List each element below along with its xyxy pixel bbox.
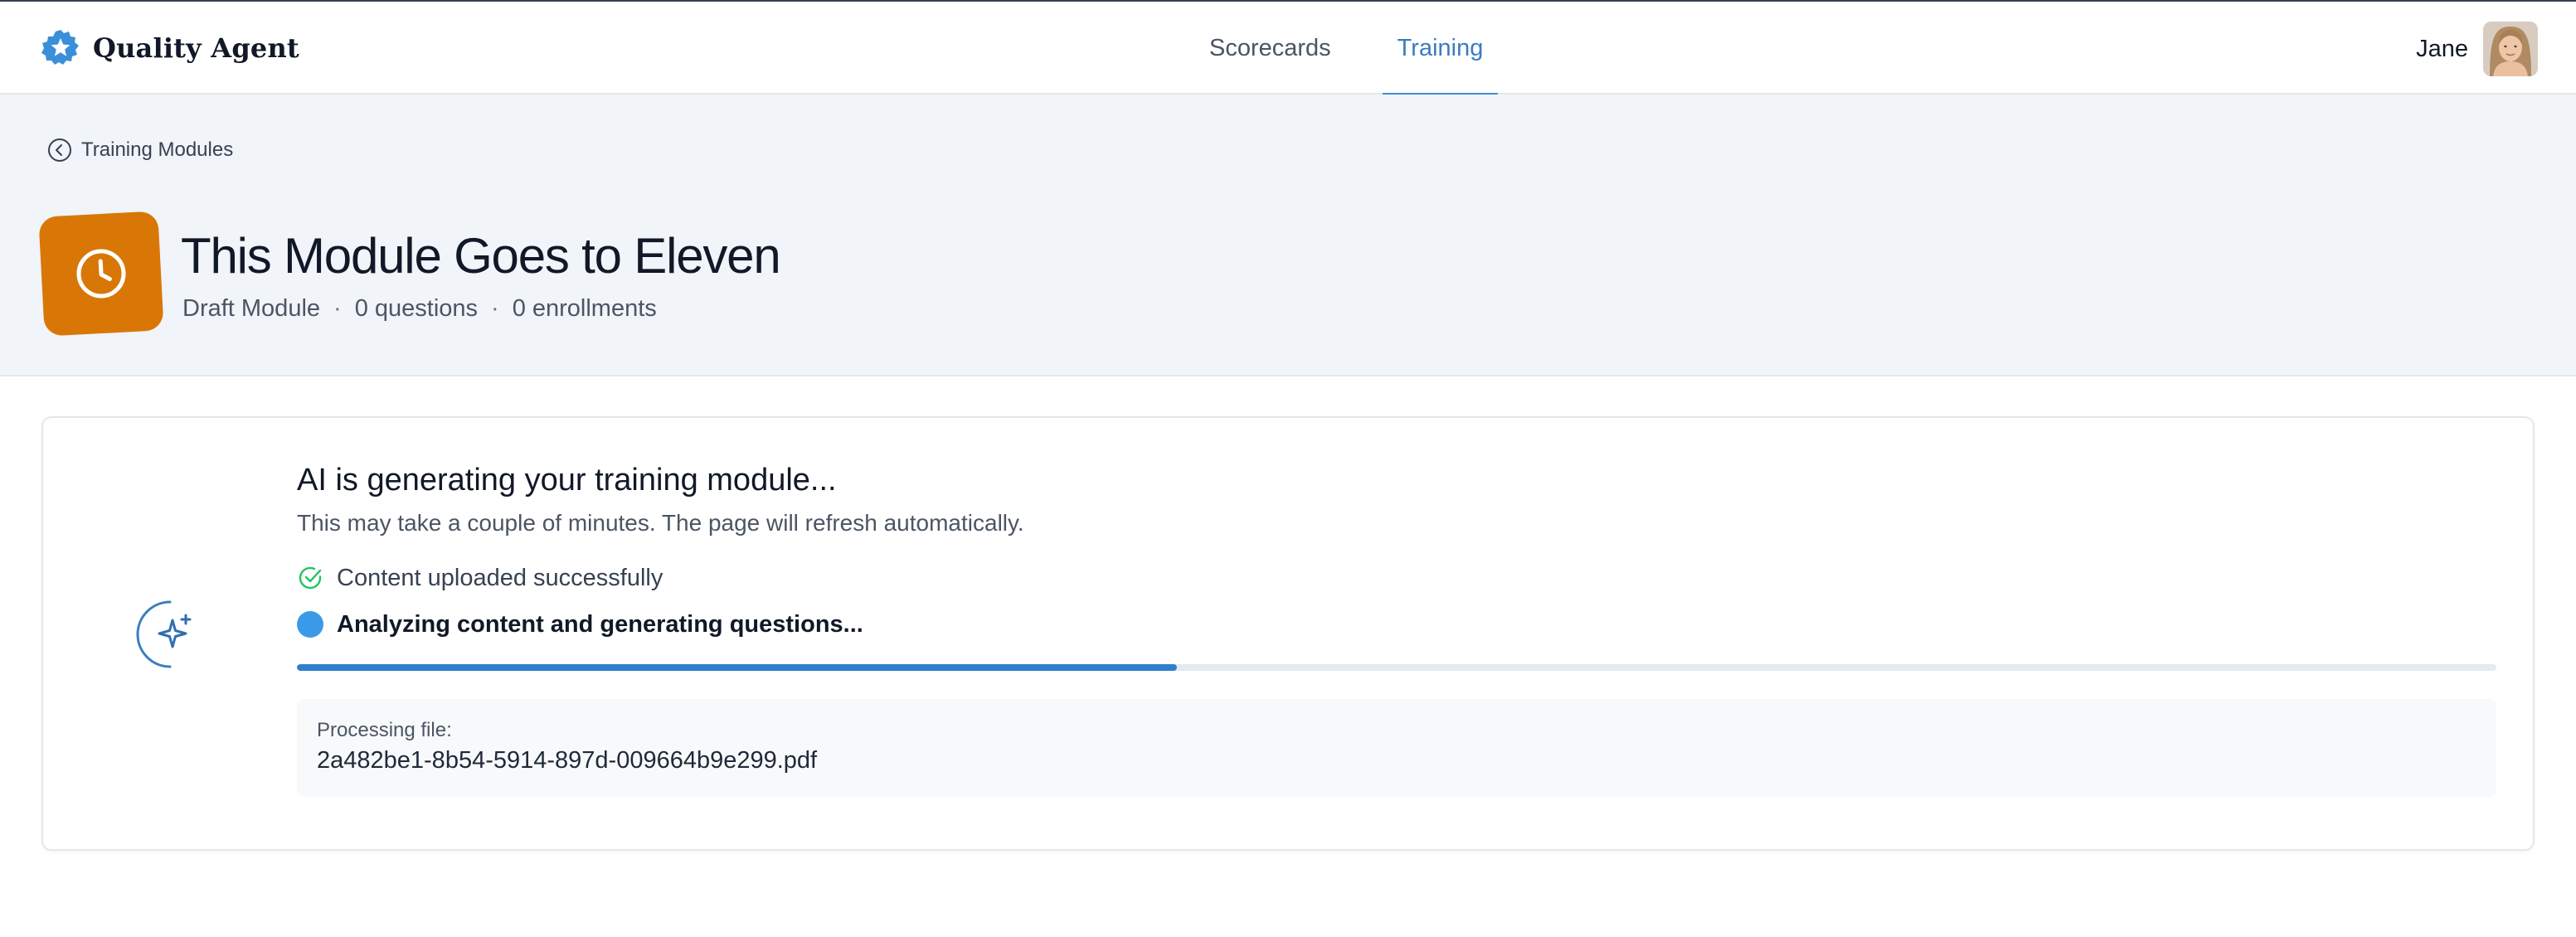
chevron-left-circle-icon xyxy=(48,138,71,162)
enrollment-count: 0 enrollments xyxy=(512,295,657,322)
generation-body: AI is generating your training module...… xyxy=(297,463,2496,797)
step-label: Content uploaded successfully xyxy=(337,564,663,591)
check-circle-icon xyxy=(299,566,322,590)
tab-scorecards[interactable]: Scorecards xyxy=(1194,2,1346,95)
brand[interactable]: Quality Agent xyxy=(41,28,299,68)
avatar[interactable] xyxy=(2483,22,2538,76)
generation-title: AI is generating your training module... xyxy=(297,463,837,498)
module-icon-tile xyxy=(38,211,164,337)
user-menu[interactable]: Jane xyxy=(2416,22,2538,76)
step-label: Analyzing content and generating questio… xyxy=(337,610,863,638)
meta-separator: · xyxy=(491,295,499,322)
page-title: This Module Goes to Eleven xyxy=(181,228,781,284)
step-analyzing-content: Analyzing content and generating questio… xyxy=(297,608,2496,641)
processing-file-label: Processing file: xyxy=(317,719,452,741)
top-header: Quality Agent Scorecards Training Jane xyxy=(0,2,2576,96)
in-progress-dot-icon xyxy=(297,611,323,638)
back-link-label: Training Modules xyxy=(81,138,234,161)
back-to-training-modules-link[interactable]: Training Modules xyxy=(46,136,233,164)
step-content-uploaded: Content uploaded successfully xyxy=(297,561,2496,595)
module-banner: Training Modules This Module Goes to Ele… xyxy=(0,95,2576,376)
tab-training[interactable]: Training xyxy=(1382,2,1499,96)
module-status: Draft Module xyxy=(182,295,321,322)
progress-fill xyxy=(297,664,1177,671)
processing-file-box: Processing file: 2a482be1-8b54-5914-897d… xyxy=(297,699,2496,797)
brand-name: Quality Agent xyxy=(93,32,299,64)
sparkles-loading-icon xyxy=(136,600,192,668)
generation-subtitle: This may take a couple of minutes. The p… xyxy=(297,510,1024,536)
generation-status-card: AI is generating your training module...… xyxy=(41,416,2535,851)
module-meta: Draft Module · 0 questions · 0 enrollmen… xyxy=(182,295,657,323)
user-name: Jane xyxy=(2416,35,2468,62)
clock-icon xyxy=(76,249,126,299)
question-count: 0 questions xyxy=(354,295,479,322)
generation-progress-bar xyxy=(297,664,2496,671)
star-badge-icon xyxy=(41,30,79,65)
meta-separator: · xyxy=(333,295,342,322)
main-nav: Scorecards Training xyxy=(1194,2,1534,96)
processing-file-name: 2a482be1-8b54-5914-897d-009664b9e299.pdf xyxy=(317,747,818,774)
